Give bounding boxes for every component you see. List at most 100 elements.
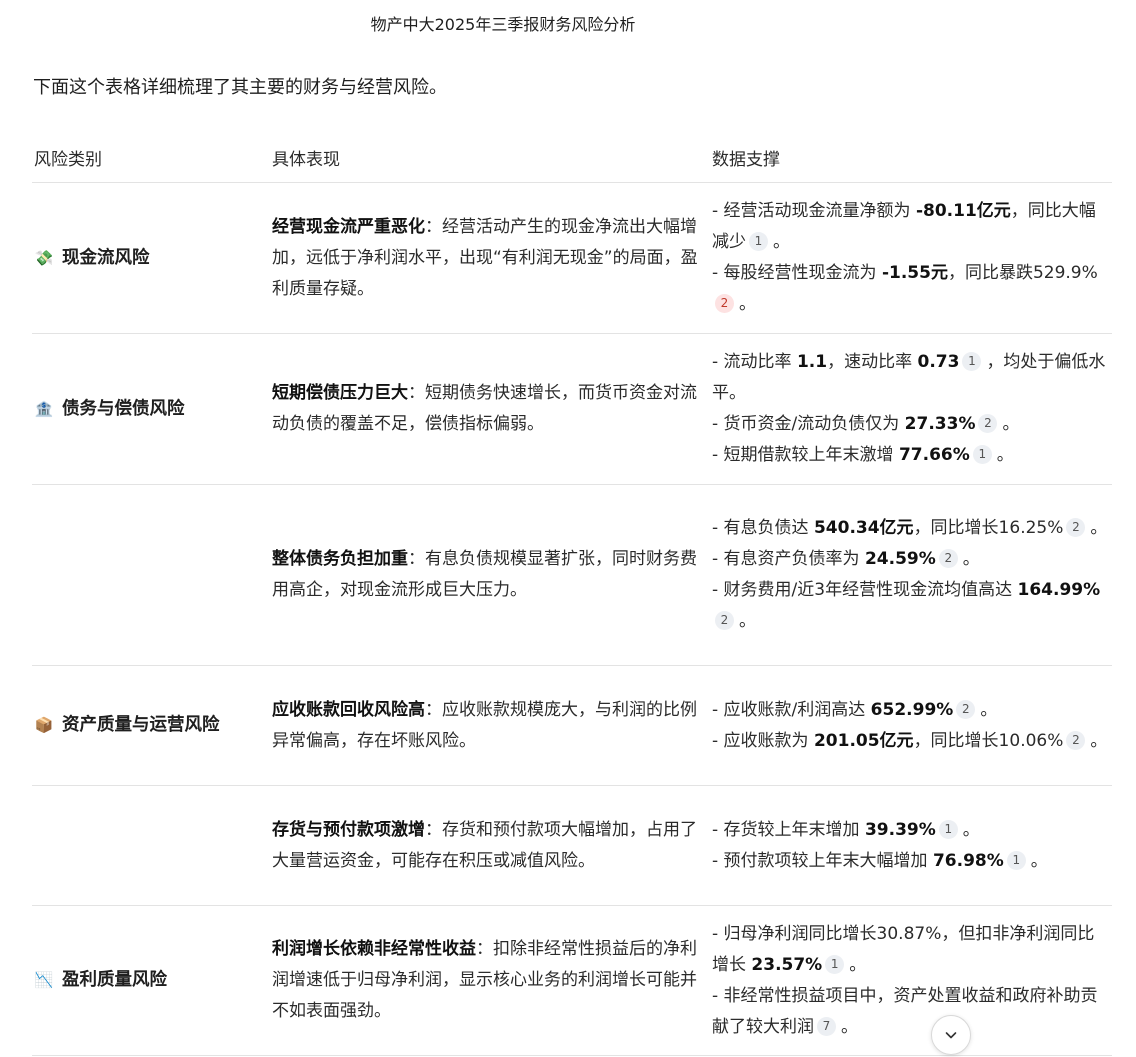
data-text: ，同比增长16.25% <box>913 518 1064 538</box>
data-text: ，同比增长10.06% <box>913 730 1064 751</box>
data-line: - 经营活动现金流量净额为 -80.11亿元，同比大幅减少 1。 <box>712 196 1108 258</box>
table-row: 📦 资产质量与运营风险 应收账款回收风险高：应收账款规模庞大，与利润的比例异常偏高，… <box>32 665 1112 786</box>
data-text: - 应收账款为 <box>712 730 814 751</box>
risk-description-title: 存货与预付款项激增 <box>272 819 425 840</box>
data-line: - 有息负债达 540.34亿元，同比增长16.25% 2。 <box>712 513 1108 544</box>
citation-badge[interactable]: 1 <box>972 445 992 464</box>
page-title: 物产中大2025年三季报财务风险分析 <box>370 15 636 34</box>
data-value: 652.99% <box>870 699 954 720</box>
risk-data-cell: - 有息负债达 540.34亿元，同比增长16.25% 2。 - 有息资产负债率为 … <box>710 484 1112 666</box>
data-text: - 非经常性损益项目中，资产处置收益和政府补助贡献了较大利润 <box>712 985 1098 1037</box>
header-category: 风险类别 <box>32 132 270 183</box>
risk-data-cell: - 经营活动现金流量净额为 -80.11亿元，同比大幅减少 1。 - 每股经营性现金… <box>710 182 1112 334</box>
citation-badge[interactable]: 1 <box>825 954 845 974</box>
data-text: - 有息负债达 <box>712 518 814 538</box>
citation-badge[interactable]: 1 <box>962 352 982 371</box>
risk-description-title: 整体债务负担加重 <box>272 549 408 569</box>
data-text: 。 <box>773 232 790 252</box>
data-text: 。 <box>739 611 756 631</box>
data-value: 1.1 <box>796 352 828 372</box>
data-line: - 财务费用/近3年经营性现金流均值高达 164.99% 2 。 <box>712 575 1108 637</box>
table-row: 🏦 债务与偿债风险 短期偿债压力巨大：短期债务快速增长，而货币资金对流动负债的覆盖不… <box>32 333 1112 485</box>
risk-description-cell: 应收账款回收风险高：应收账款规模庞大，与利润的比例异常偏高，存在坏账风险。 <box>270 665 710 786</box>
risk-category-label: 现金流风险 <box>62 247 150 268</box>
intro-text: 下面这个表格详细梳理了其主要的财务与经营风险。 <box>33 77 447 98</box>
table-row: 整体债务负担加重：有息负债规模显著扩张，同时财务费用高企，对现金流形成巨大压力。… <box>32 484 1112 666</box>
risk-data-cell: - 存货较上年末增加 39.39% 1。 - 预付款项较上年末大幅增加 76.98%… <box>710 785 1112 906</box>
citation-badge[interactable]: 2 <box>978 414 998 433</box>
risk-description-cell: 利润增长依赖非经常性收益：扣除非经常性损益后的净利润增速低于归母净利润，显示核心… <box>270 905 710 1056</box>
data-text: - 预付款项较上年末大幅增加 <box>712 850 933 871</box>
data-line: - 存货较上年末增加 39.39% 1。 <box>712 815 1108 846</box>
data-text: 。 <box>1002 414 1020 434</box>
risk-category-label: 盈利质量风险 <box>62 970 167 990</box>
data-value: -80.11亿元 <box>915 201 1011 221</box>
risk-description-title: 应收账款回收风险高 <box>272 699 425 720</box>
data-text: - 货币资金/流动负债仅为 <box>712 414 905 434</box>
citation-badge[interactable]: 7 <box>817 1016 836 1036</box>
data-text: ，速动比率 <box>827 352 918 372</box>
data-text: - 每股经营性现金流为 <box>712 263 882 283</box>
scroll-down-button[interactable] <box>931 1015 971 1055</box>
citation-badge[interactable]: 2 <box>715 611 734 630</box>
bank-icon: 🏦 <box>34 399 54 418</box>
data-line: - 非经常性损益项目中，资产处置收益和政府补助贡献了较大利润 7。 <box>712 981 1108 1043</box>
citation-badge[interactable]: 1 <box>938 819 958 839</box>
table-row: 存货与预付款项激增：存货和预付款项大幅增加，占用了大量营运资金，可能存在积压或减… <box>32 785 1112 906</box>
data-value: 77.66% <box>898 445 970 465</box>
chart-decreasing-icon: 📉 <box>34 971 54 989</box>
data-line: - 短期借款较上年末激增 77.66% 1。 <box>712 440 1108 471</box>
risk-description-cell: 存货与预付款项激增：存货和预付款项大幅增加，占用了大量营运资金，可能存在积压或减… <box>270 785 710 906</box>
risk-description-cell: 整体债务负担加重：有息负债规模显著扩张，同时财务费用高企，对现金流形成巨大压力。 <box>270 484 710 666</box>
risk-data-cell: - 应收账款/利润高达 652.99% 2。 - 应收账款为 201.05亿元，同比… <box>710 665 1112 786</box>
data-text: 。 <box>996 445 1014 465</box>
data-text: - 存货较上年末增加 <box>712 819 865 840</box>
data-text: 。 <box>962 549 980 569</box>
data-text: 。 <box>1090 518 1108 538</box>
data-text: - 应收账款/利润高达 <box>712 699 871 720</box>
table-header-row: 风险类别 具体表现 数据支撑 <box>32 132 1112 183</box>
data-line: - 货币资金/流动负债仅为 27.33% 2。 <box>712 409 1108 440</box>
data-text: 。 <box>1090 730 1108 751</box>
data-text: - 财务费用/近3年经营性现金流均值高达 <box>712 580 1018 600</box>
data-text: 。 <box>739 294 756 314</box>
citation-badge[interactable]: 1 <box>749 232 768 251</box>
data-value: 201.05亿元 <box>813 730 914 751</box>
data-text: 。 <box>1030 850 1048 871</box>
data-text: - 短期借款较上年末激增 <box>712 445 899 465</box>
table-row: 💸 现金流风险 经营现金流严重恶化：经营活动产生的现金净流出大幅增加，远低于净利润水… <box>32 182 1112 334</box>
citation-badge[interactable]: 2 <box>956 699 976 719</box>
data-text: 。 <box>980 699 998 720</box>
citation-badge[interactable]: 2 <box>1066 518 1086 537</box>
risk-description-cell: 经营现金流严重恶化：经营活动产生的现金净流出大幅增加，远低于净利润水平，出现“有… <box>270 182 710 334</box>
data-line: - 应收账款/利润高达 652.99% 2。 <box>712 695 1108 726</box>
data-value: 39.39% <box>864 819 936 840</box>
risk-description-title: 利润增长依赖非经常性收益 <box>272 939 476 959</box>
data-line: - 预付款项较上年末大幅增加 76.98% 1。 <box>712 846 1108 877</box>
risk-category-cell: 🏦 债务与偿债风险 <box>32 333 270 485</box>
risk-description-title: 短期偿债压力巨大 <box>272 383 408 403</box>
risk-category-cell: 💸 现金流风险 <box>32 182 270 334</box>
money-bag-icon: 💸 <box>34 248 54 267</box>
risk-category-cell: 📦 资产质量与运营风险 <box>32 665 270 786</box>
citation-badge[interactable]: 2 <box>1066 730 1086 750</box>
risk-category-cell: 📉 盈利质量风险 <box>32 905 270 1056</box>
risk-category-cell <box>32 785 270 906</box>
data-line: - 有息资产负债率为 24.59% 2。 <box>712 544 1108 575</box>
data-text: - 流动比率 <box>712 352 797 372</box>
citation-badge[interactable]: 2 <box>715 294 734 313</box>
data-value: 27.33% <box>904 414 976 434</box>
risk-description-title: 经营现金流严重恶化 <box>272 216 425 237</box>
header-description: 具体表现 <box>270 132 710 183</box>
citation-badge[interactable]: 1 <box>1006 850 1026 870</box>
risk-description-cell: 短期偿债压力巨大：短期债务快速增长，而货币资金对流动负债的覆盖不足，偿债指标偏弱… <box>270 333 710 485</box>
data-value: 24.59% <box>864 549 936 569</box>
risk-category-label: 债务与偿债风险 <box>62 398 185 419</box>
data-value: 540.34亿元 <box>813 518 914 538</box>
risk-data-cell: - 归母净利润同比增长30.87%，但扣非净利润同比增长 23.57% 1。 - 非… <box>710 905 1112 1056</box>
data-text: ，同比暴跌529.9% <box>947 263 1098 283</box>
data-line: - 流动比率 1.1，速动比率 0.73 1 ，均处于偏低水平。 <box>712 347 1108 409</box>
data-value: -1.55元 <box>881 263 948 283</box>
citation-badge[interactable]: 2 <box>938 549 958 568</box>
chevron-down-icon <box>945 1032 957 1039</box>
